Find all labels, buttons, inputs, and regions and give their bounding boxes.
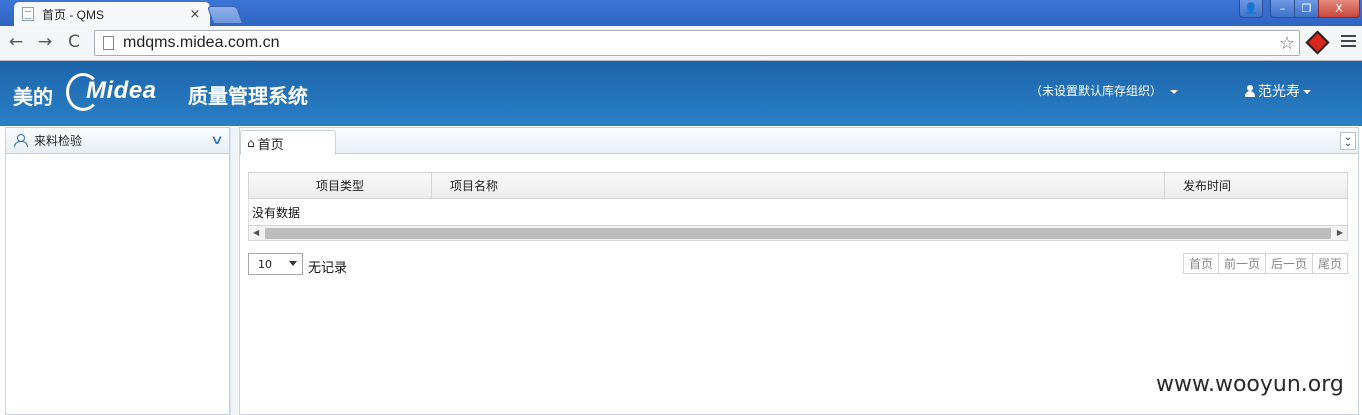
- address-url[interactable]: mdqms.midea.com.cn: [123, 34, 1279, 52]
- page-size-value: 10: [258, 257, 272, 271]
- caret-down-icon: [1303, 90, 1311, 94]
- column-header-publish-time[interactable]: 发布时间: [1165, 173, 1347, 198]
- tab-home-label: 首页: [257, 137, 284, 153]
- tab-close-icon[interactable]: ×: [188, 7, 202, 22]
- browser-menu-icon[interactable]: [1341, 35, 1356, 49]
- scrollbar-thumb[interactable]: [265, 228, 1331, 239]
- sidebar-section-label: 来料检验: [34, 134, 83, 148]
- maximize-window-button[interactable]: ❐: [1294, 0, 1319, 18]
- app-title: 质量管理系统: [188, 84, 308, 108]
- minimize-window-button[interactable]: –: [1270, 0, 1295, 18]
- page-favicon-icon: [22, 7, 34, 21]
- bookmark-star-icon[interactable]: ☆: [1279, 33, 1295, 54]
- person-icon: [14, 134, 28, 147]
- announcement-grid: 项目类型 项目名称 发布时间 没有数据 ◀ ▶: [248, 172, 1348, 241]
- scroll-left-icon[interactable]: ◀: [253, 228, 259, 237]
- inventory-org-selector[interactable]: （未设置默认库存组织）: [1030, 82, 1179, 99]
- user-name: 范光寿: [1258, 84, 1300, 100]
- prev-page-button[interactable]: 前一页: [1217, 253, 1266, 274]
- browser-tab[interactable]: 首页 - QMS ×: [14, 2, 210, 26]
- brand-name-cn: 美的: [13, 85, 53, 109]
- address-bar[interactable]: mdqms.midea.com.cn ☆: [94, 30, 1300, 56]
- new-tab-button[interactable]: [206, 6, 244, 24]
- user-menu[interactable]: 范光寿: [1245, 81, 1311, 101]
- watermark-text: www.wooyun.org: [1156, 372, 1344, 397]
- brand-name-en: Midea: [86, 77, 157, 104]
- home-icon: ⌂: [247, 136, 255, 150]
- collapse-panel-button[interactable]: ⌄ ⌄: [1340, 132, 1356, 150]
- close-window-button[interactable]: X: [1318, 0, 1360, 18]
- page-icon: [103, 36, 114, 50]
- column-header-item-name[interactable]: 项目名称: [432, 173, 1165, 198]
- content-tabstrip: ⌂ 首页 ⌄ ⌄: [240, 128, 1358, 155]
- next-page-button[interactable]: 后一页: [1264, 253, 1313, 274]
- pagination-bar: 10 无记录 首页 前一页 后一页 尾页: [248, 253, 1348, 276]
- back-arrow-icon[interactable]: ←: [5, 31, 27, 53]
- extension-icon[interactable]: [1305, 30, 1330, 55]
- app-header: 美的 Midea 质量管理系统 （未设置默认库存组织） 范光寿: [0, 61, 1362, 126]
- panel-splitter[interactable]: [230, 127, 238, 415]
- tab-home[interactable]: ⌂ 首页: [240, 130, 336, 155]
- reload-icon[interactable]: C: [63, 31, 85, 53]
- sidebar: 来料检验 ∨: [5, 127, 230, 415]
- page-size-select[interactable]: 10: [248, 253, 303, 275]
- record-count-text: 无记录: [308, 261, 348, 276]
- dropdown-arrow-icon: [289, 261, 297, 266]
- profile-window-button[interactable]: 👤: [1239, 0, 1263, 18]
- browser-titlebar: 首页 - QMS × 👤 – ❐ X: [0, 0, 1362, 26]
- sidebar-section-incoming-inspection[interactable]: 来料检验 ∨: [6, 128, 229, 154]
- column-header-item-type[interactable]: 项目类型: [249, 173, 432, 198]
- horizontal-scrollbar[interactable]: ◀ ▶: [248, 225, 1348, 241]
- last-page-button[interactable]: 尾页: [1311, 253, 1348, 274]
- user-icon: [1245, 85, 1255, 97]
- org-selector-label: （未设置默认库存组织）: [1030, 84, 1163, 98]
- forward-arrow-icon[interactable]: →: [34, 31, 56, 53]
- scroll-right-icon[interactable]: ▶: [1337, 228, 1343, 237]
- first-page-button[interactable]: 首页: [1182, 253, 1219, 274]
- browser-toolbar: ← → C mdqms.midea.com.cn ☆: [0, 26, 1362, 61]
- grid-header: 项目类型 项目名称 发布时间: [248, 172, 1348, 199]
- tab-title: 首页 - QMS: [42, 7, 104, 22]
- pagination-buttons: 首页 前一页 后一页 尾页: [1182, 253, 1348, 274]
- grid-empty-message: 没有数据: [248, 199, 1348, 225]
- caret-down-icon: [1170, 89, 1179, 94]
